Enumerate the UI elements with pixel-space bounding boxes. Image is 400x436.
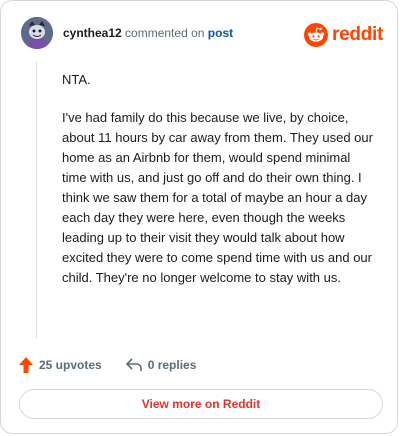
- reply-count: 0 replies: [147, 358, 197, 372]
- upvote-arrow-icon: [19, 357, 33, 373]
- thread-line: [36, 61, 37, 339]
- upvote-button[interactable]: 25 upvotes: [19, 357, 102, 373]
- comment-paragraph: I've had family do this because we live,…: [62, 110, 373, 285]
- upvote-count: 25 upvotes: [39, 358, 102, 372]
- comment-header: cynthea12 commented on post reddit: [21, 17, 383, 53]
- commented-on-text: commented on: [125, 26, 205, 40]
- reddit-alien-icon: [304, 23, 329, 47]
- replies-button[interactable]: 0 replies: [125, 358, 197, 372]
- username-link[interactable]: cynthea12: [63, 26, 122, 40]
- comment-actions: 25 upvotes 0 replies: [19, 355, 196, 375]
- post-link[interactable]: post: [208, 26, 233, 40]
- reddit-wordmark: reddit: [332, 24, 383, 45]
- comment-paragraph: NTA.: [62, 72, 91, 87]
- comment-body: NTA. I've had family do this because we …: [62, 70, 378, 306]
- comment-meta: cynthea12 commented on post: [63, 26, 233, 40]
- reddit-logo[interactable]: reddit: [304, 21, 383, 49]
- view-more-button[interactable]: View more on Reddit: [19, 389, 383, 419]
- user-avatar[interactable]: [21, 17, 53, 49]
- snoo-avatar-icon: [21, 17, 53, 49]
- reply-arrow-icon: [125, 358, 142, 371]
- comment-embed-card: cynthea12 commented on post reddit NTA. …: [0, 0, 398, 434]
